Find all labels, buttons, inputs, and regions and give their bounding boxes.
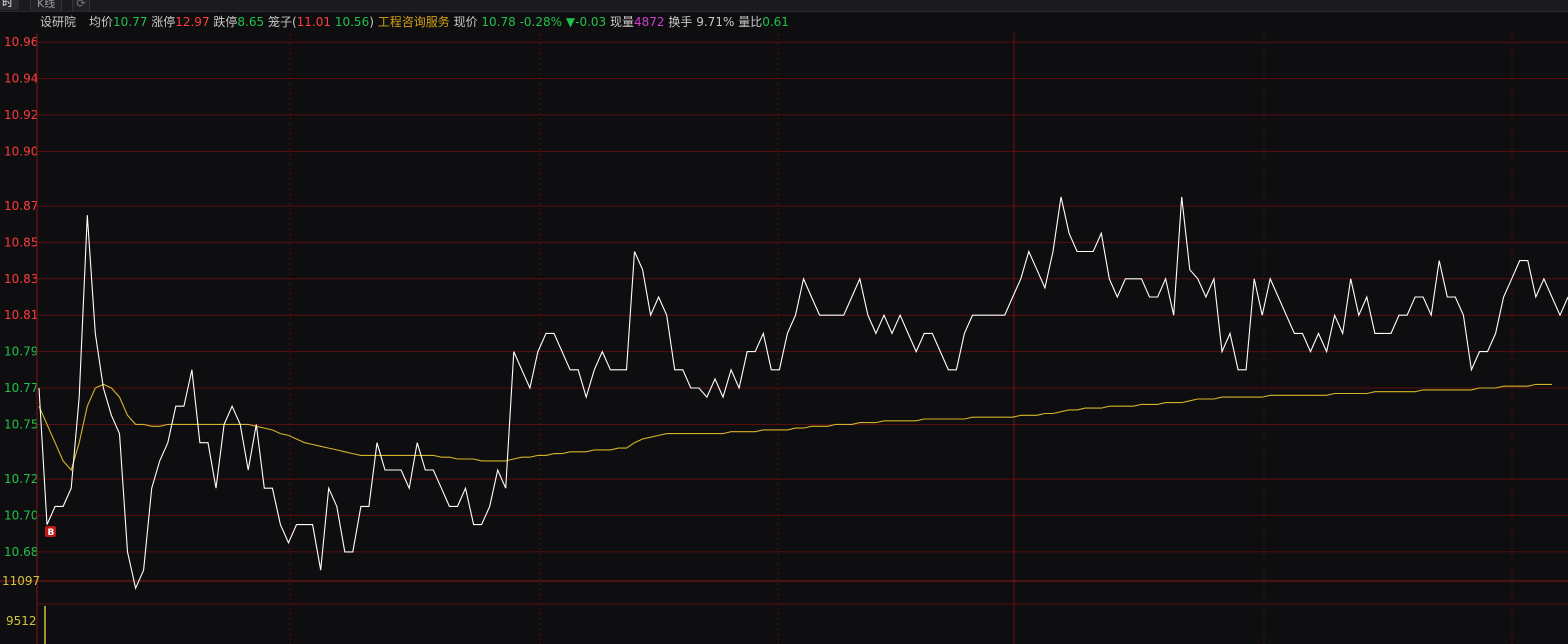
y-tick-label: 10.81 [4,308,38,322]
buy-marker-label: B [48,528,55,538]
y-tick-label: 10.83 [4,272,38,286]
y-tick-label: 10.77 [4,381,38,395]
y-tick-label: 10.79 [4,345,38,359]
y-tick-label: 10.90 [4,144,38,158]
y-tick-label: 10.68 [4,545,38,559]
y-tick-label: 10.96 [4,35,38,49]
y-tick-label: 10.85 [4,235,38,249]
y-tick-label: 10.87 [4,199,38,213]
y-tick-label: 10.92 [4,108,38,122]
y-tick-label: 10.72 [4,472,38,486]
avg-price-line [38,383,1552,472]
y-tick-label: 10.75 [4,417,38,431]
intraday-chart[interactable]: 10.96 10.94 10.92 10.90 10.87 10.85 10.83 10.81… [0,0,1568,644]
price-line [38,196,1568,591]
y-tick-label: 10.70 [4,508,38,522]
volume-tick-label: 11097 [2,574,40,588]
y-tick-label: 10.94 [4,72,38,86]
volume-tick-label: 9512 [6,614,37,628]
